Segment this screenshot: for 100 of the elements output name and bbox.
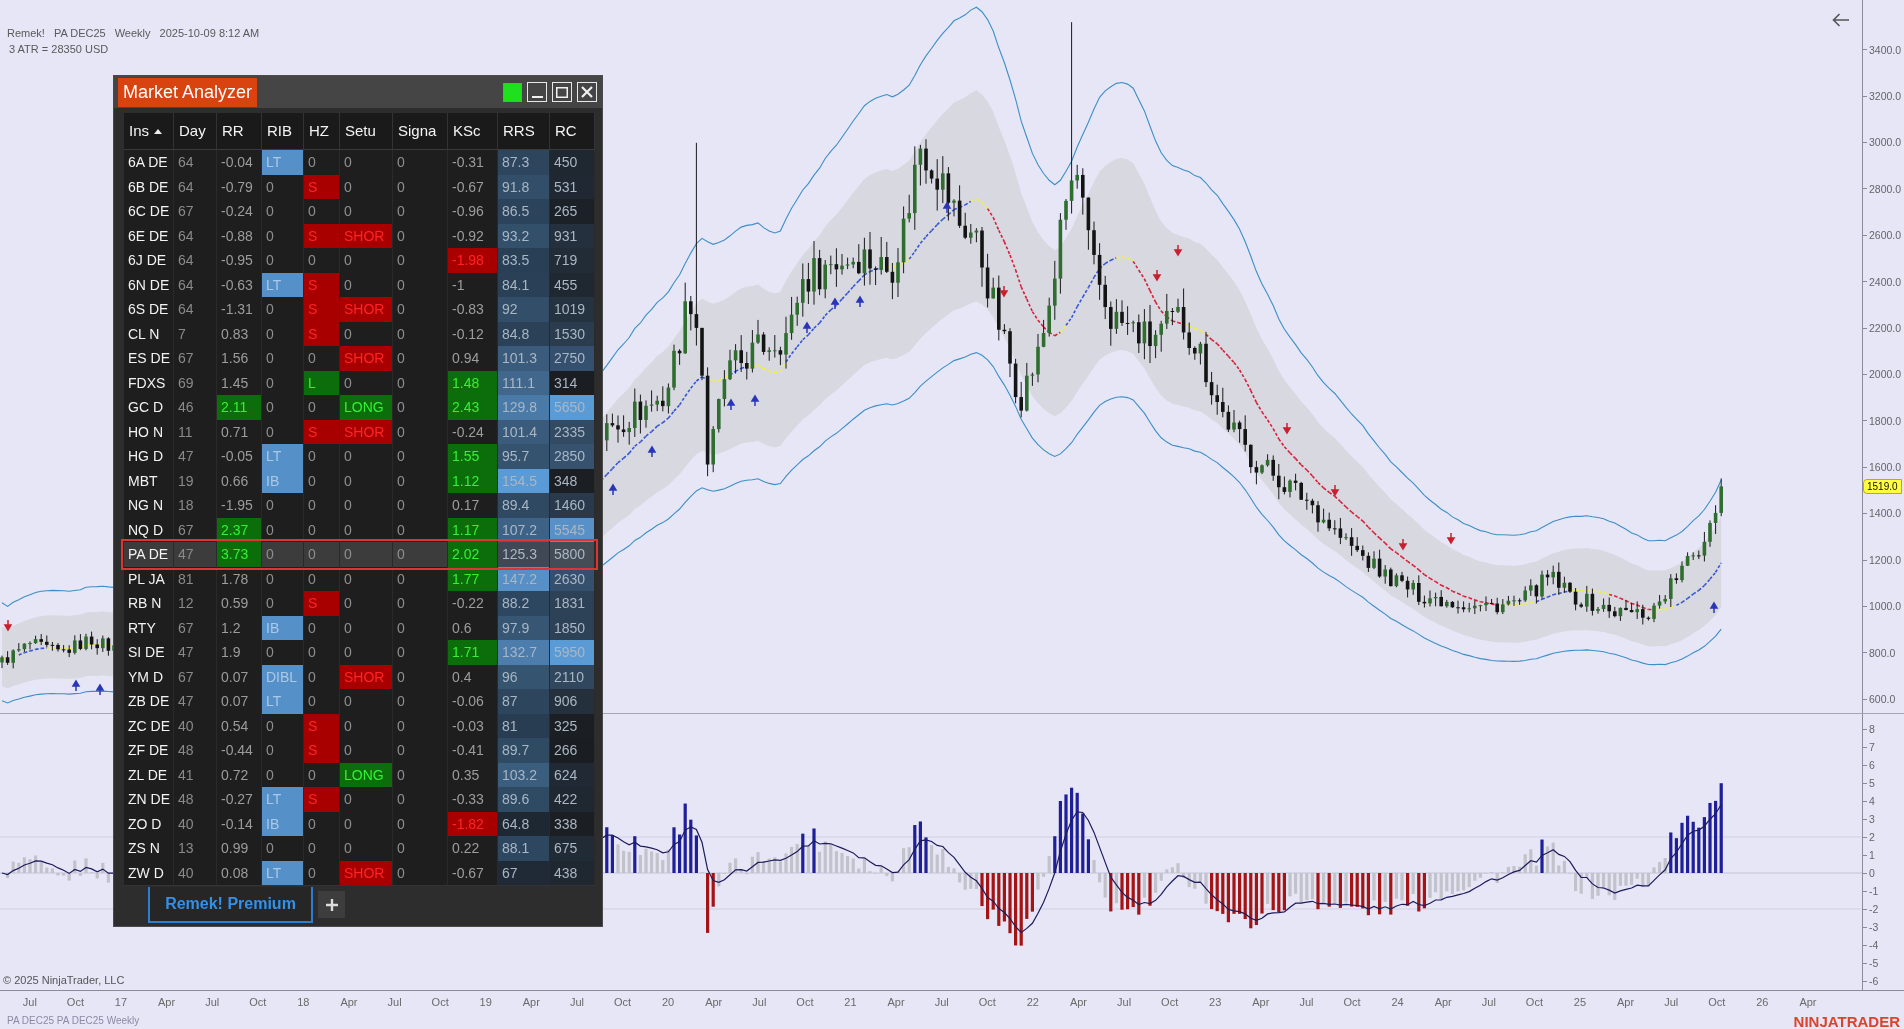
table-cell: 96 [498,664,550,689]
table-cell: 1831 [550,591,595,616]
column-header[interactable]: Day [174,113,217,149]
axis-label: 8 [1869,723,1875,735]
table-cell: 132.7 [498,640,550,665]
table-cell: ZN DE [124,787,174,812]
minimize-button[interactable] [527,82,547,102]
table-cell: 1850 [550,615,595,640]
table-cell: 0 [262,493,304,518]
table-cell: 931 [550,223,595,248]
table-cell: 0 [304,150,340,175]
table-cell: 6A DE [124,150,174,175]
axis-label: Oct [1525,996,1543,1008]
table-cell: SHOR [340,419,393,444]
add-tab-button[interactable] [318,891,345,918]
axis-label: 2800.0 [1869,183,1902,195]
column-header[interactable]: HZ [304,113,340,149]
axis-label: Apr [158,996,176,1008]
axis-label: Jul [387,996,402,1008]
chart-info-text: 2025-10-09 8:12 AM [159,26,260,41]
column-header[interactable]: RR [217,113,262,149]
table-cell: GC D [124,395,174,420]
back-arrow-icon[interactable] [1832,13,1850,27]
axis-label: 1600.0 [1869,462,1902,473]
table-cell: 67 [174,346,217,371]
table-cell: 129.8 [498,395,550,420]
axis-label: 7 [1869,741,1875,753]
table-cell: 92 [498,297,550,322]
table-cell: 0 [304,199,340,224]
table-cell: IB [262,615,304,640]
close-button[interactable] [577,82,597,102]
table-cell: 1.71 [448,640,498,665]
table-cell: 325 [550,713,595,738]
axis-label: 26 [1756,996,1769,1008]
link-button[interactable] [503,82,522,102]
table-cell: 0 [393,199,448,224]
table-cell: ZB DE [124,689,174,714]
axis-label: 1000.0 [1869,601,1902,612]
table-cell: 89.6 [498,787,550,812]
column-header[interactable]: Setu [340,113,393,149]
table-cell: 0 [262,346,304,371]
table-cell: 0 [393,860,448,885]
table-cell: 0 [262,395,304,420]
axis-label: 800.0 [1869,647,1896,659]
axis-label: Jul [1481,996,1496,1008]
table-cell: 0 [393,836,448,861]
table-cell: 1019 [550,297,595,322]
axis-label: Oct [1343,996,1361,1008]
column-header[interactable]: RC [550,113,595,149]
axis-label: Apr [887,996,905,1008]
table-cell: -1.98 [448,248,498,273]
table-cell: LT [262,787,304,812]
table-cell: 0 [340,591,393,616]
table-row[interactable]: PA DE 47 3.73 0 0 0 0 2.02 125.3 5800 [124,542,595,567]
axis-label: 20 [662,996,675,1008]
table-cell: 0.99 [217,836,262,861]
table-cell: SHOR [340,346,393,371]
column-header[interactable]: RIB [262,113,304,149]
axis-label: 600.0 [1869,694,1896,705]
axis-label: 2400.0 [1869,276,1902,287]
axis-label: Apr [1069,996,1087,1008]
table-cell: 89.4 [498,493,550,518]
table-cell: ES DE [124,346,174,371]
column-header[interactable]: Ins [124,113,174,149]
table-cell: 314 [550,370,595,395]
table-cell: 0 [304,248,340,273]
table-cell: 64 [174,248,217,273]
table-cell: S [304,297,340,322]
table-cell: 0.59 [217,591,262,616]
table-cell: 0 [393,346,448,371]
axis-label: 2200.0 [1869,322,1902,334]
column-header[interactable]: RRS [498,113,550,149]
table-cell: S [304,174,340,199]
table-cell: S [304,272,340,297]
table-cell: L [304,370,340,395]
table-cell: IB [262,811,304,836]
maximize-button[interactable] [552,82,572,102]
window-title: Market Analyzer [118,77,258,107]
table-cell: 84.8 [498,321,550,346]
axis-label: 22 [1026,996,1039,1008]
axis-label: Apr [1434,996,1452,1008]
table-cell: 0 [393,493,448,518]
table-cell: 47 [174,689,217,714]
axis-label: 18 [297,996,310,1008]
table-cell: 86.5 [498,199,550,224]
plus-icon [325,898,338,911]
table-cell: LONG [340,762,393,787]
column-header[interactable]: KSc [448,113,498,149]
tab[interactable]: Remek! Premium [148,887,313,923]
table-cell: S [304,223,340,248]
table-cell: 0 [262,199,304,224]
table-cell: 67 [498,860,550,885]
table-cell: IB [262,468,304,493]
table-cell: 48 [174,738,217,763]
table-cell: 0 [340,787,393,812]
chart-info-text: Weekly [114,26,151,41]
column-header[interactable]: Signa [393,113,448,149]
table-cell: 0 [340,836,393,861]
table-cell: 5950 [550,640,595,665]
table-cell: 6C DE [124,199,174,224]
